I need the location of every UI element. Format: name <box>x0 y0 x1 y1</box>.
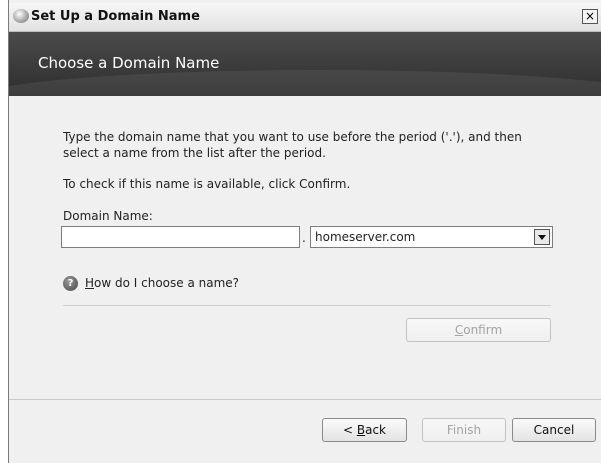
help-icon[interactable]: ? <box>63 276 78 291</box>
help-link-access-key: H <box>85 276 95 290</box>
confirm-access-key: C <box>454 323 464 337</box>
back-label: ack <box>365 423 386 437</box>
back-access-key: B <box>356 423 366 437</box>
confirm-button[interactable]: Confirm <box>406 318 551 342</box>
setup-dialog: Set Up a Domain Name × Choose a Domain N… <box>8 0 601 463</box>
close-button[interactable]: × <box>582 9 598 24</box>
confirm-label: onfirm <box>463 323 503 337</box>
back-button[interactable]: < Back <box>322 418 407 442</box>
content-area: Type the domain name that you want to us… <box>9 96 601 396</box>
page-title: Choose a Domain Name <box>38 54 220 72</box>
help-link-text: ow do I choose a name? <box>94 276 240 290</box>
period-separator: . <box>302 231 306 245</box>
divider <box>63 305 551 306</box>
check-availability-text: To check if this name is available, clic… <box>63 177 351 191</box>
footer-separator <box>9 399 601 400</box>
finish-button[interactable]: Finish <box>422 418 506 442</box>
domain-name-label: Domain Name: <box>63 209 153 223</box>
domain-suffix-select[interactable]: homeserver.com <box>310 226 553 248</box>
window-title: Set Up a Domain Name <box>31 9 200 24</box>
app-icon <box>13 9 29 23</box>
help-link[interactable]: How do I choose a name? <box>85 276 239 290</box>
title-bar: Set Up a Domain Name × <box>9 3 601 32</box>
chevron-down-icon[interactable] <box>534 229 550 245</box>
back-prefix: < <box>342 423 357 437</box>
domain-suffix-value: homeserver.com <box>315 230 416 244</box>
instruction-text: Type the domain name that you want to us… <box>63 130 522 160</box>
header-banner: Choose a Domain Name <box>9 32 601 96</box>
cancel-button[interactable]: Cancel <box>512 418 596 442</box>
domain-name-input[interactable] <box>61 226 300 248</box>
